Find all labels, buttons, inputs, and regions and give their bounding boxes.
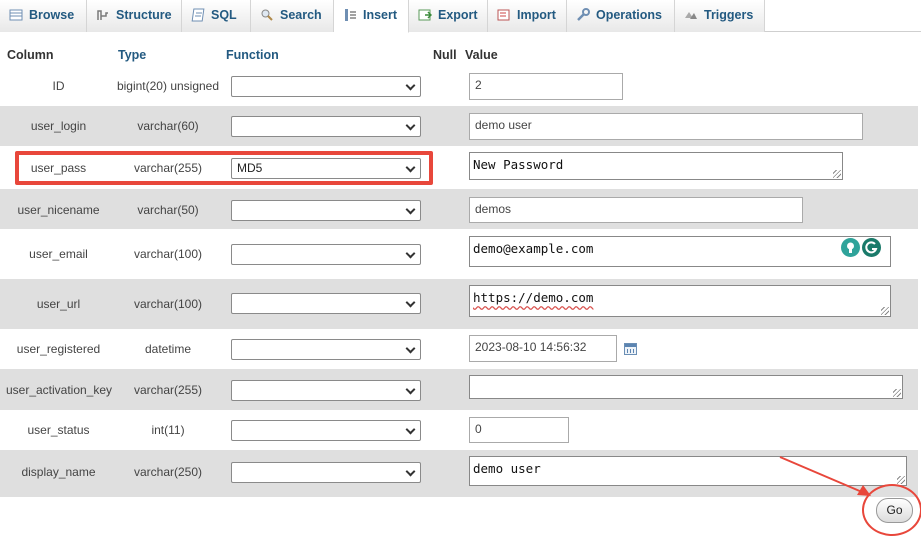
function-select[interactable] <box>231 462 421 483</box>
tab-label: Search <box>280 8 322 22</box>
value-input[interactable]: 2 <box>469 73 623 100</box>
structure-icon <box>96 8 110 22</box>
column-name: ID <box>52 79 65 93</box>
table-row: user_status int(11) 0 <box>0 410 918 450</box>
browse-icon <box>9 8 23 22</box>
chevron-down-icon <box>405 424 416 435</box>
chevron-down-icon <box>405 384 416 395</box>
insert-icon <box>343 8 357 22</box>
highlight-box <box>15 151 433 185</box>
tab-label: Triggers <box>704 8 754 22</box>
value-input[interactable]: 0 <box>469 417 569 443</box>
column-name: user_nicename <box>17 203 100 217</box>
function-select[interactable] <box>231 380 421 401</box>
tab-structure[interactable]: Structure <box>87 0 182 32</box>
function-select[interactable] <box>231 76 421 97</box>
table-header: Column Type Function Null Value <box>0 45 921 65</box>
table-row: user_url varchar(100) https://demo.com <box>0 279 918 329</box>
column-name: user_registered <box>16 342 101 356</box>
table-row: user_login varchar(60) demo user <box>0 106 918 146</box>
tab-bar: Browse Structure SQL Search Insert Expor… <box>0 0 921 33</box>
column-type: datetime <box>144 342 192 356</box>
grammarly-logo-icon[interactable] <box>862 238 881 257</box>
value-textarea[interactable] <box>469 375 903 399</box>
column-name: display_name <box>21 465 96 479</box>
column-type: varchar(255) <box>133 383 203 397</box>
function-select[interactable] <box>231 244 421 265</box>
tab-triggers[interactable]: Triggers <box>675 0 765 32</box>
chevron-down-icon <box>405 204 416 215</box>
resize-grip-icon[interactable] <box>893 389 901 397</box>
tab-export[interactable]: Export <box>409 0 488 32</box>
tab-label: Structure <box>116 8 172 22</box>
chevron-down-icon <box>405 466 416 477</box>
resize-grip-icon[interactable] <box>881 307 889 315</box>
triggers-icon <box>684 8 698 22</box>
column-type: varchar(100) <box>133 247 203 261</box>
chevron-down-icon <box>405 80 416 91</box>
tab-label: Import <box>517 8 556 22</box>
function-select[interactable] <box>231 420 421 441</box>
chevron-down-icon <box>405 248 416 259</box>
tab-label: SQL <box>211 8 237 22</box>
column-name: user_status <box>27 423 90 437</box>
import-icon <box>497 8 511 22</box>
export-icon <box>418 8 433 22</box>
datetime-input[interactable]: 2023-08-10 14:56:32 <box>469 335 617 362</box>
sql-icon <box>191 8 205 22</box>
header-type[interactable]: Type <box>118 48 146 62</box>
calendar-icon[interactable] <box>624 343 637 355</box>
header-function[interactable]: Function <box>226 48 279 62</box>
column-name: user_email <box>29 247 88 261</box>
value-textarea[interactable]: New Password <box>469 152 843 180</box>
column-type: int(11) <box>151 423 185 437</box>
table-row: user_registered datetime 2023-08-10 14:5… <box>0 329 918 369</box>
column-type: varchar(60) <box>137 119 199 133</box>
value-textarea[interactable]: demo@example.com <box>469 236 891 267</box>
function-select[interactable] <box>231 293 421 314</box>
value-input[interactable]: demos <box>469 197 803 223</box>
tab-import[interactable]: Import <box>488 0 567 32</box>
tab-label: Export <box>438 8 478 22</box>
resize-grip-icon[interactable] <box>833 170 841 178</box>
tab-label: Browse <box>29 8 75 22</box>
tab-label: Operations <box>596 8 662 22</box>
function-select[interactable] <box>231 339 421 360</box>
value-textarea[interactable]: https://demo.com <box>469 285 891 317</box>
header-column: Column <box>7 48 54 62</box>
chevron-down-icon <box>405 120 416 131</box>
column-name: user_login <box>30 119 87 133</box>
column-name: user_activation_key <box>5 383 113 397</box>
header-value: Value <box>465 48 498 62</box>
value-input[interactable]: demo user <box>469 113 863 140</box>
tab-label: Insert <box>363 8 398 22</box>
wrench-icon <box>576 8 590 22</box>
resize-grip-icon[interactable] <box>897 476 905 484</box>
chevron-down-icon <box>405 297 416 308</box>
column-type: bigint(20) unsigned <box>116 79 220 93</box>
chevron-down-icon <box>405 343 416 354</box>
table-row: user_nicename varchar(50) demos <box>0 189 918 229</box>
search-icon <box>260 8 274 22</box>
function-select[interactable] <box>231 200 421 221</box>
table-row: user_activation_key varchar(255) <box>0 369 918 410</box>
go-button[interactable]: Go <box>876 498 913 523</box>
function-select[interactable] <box>231 116 421 137</box>
table-row: user_email varchar(100) demo@example.com <box>0 229 918 279</box>
column-type: varchar(250) <box>133 465 203 479</box>
tab-insert[interactable]: Insert <box>334 0 409 33</box>
tab-search[interactable]: Search <box>251 0 334 32</box>
column-type: varchar(50) <box>137 203 199 217</box>
column-name: user_url <box>36 297 81 311</box>
tab-operations[interactable]: Operations <box>567 0 675 32</box>
grammarly-suggestion-icon[interactable] <box>841 238 860 257</box>
tab-sql[interactable]: SQL <box>182 0 251 32</box>
tab-browse[interactable]: Browse <box>0 0 87 32</box>
table-row: ID bigint(20) unsigned 2 <box>0 66 918 106</box>
header-null: Null <box>433 48 457 62</box>
column-type: varchar(100) <box>133 297 203 311</box>
